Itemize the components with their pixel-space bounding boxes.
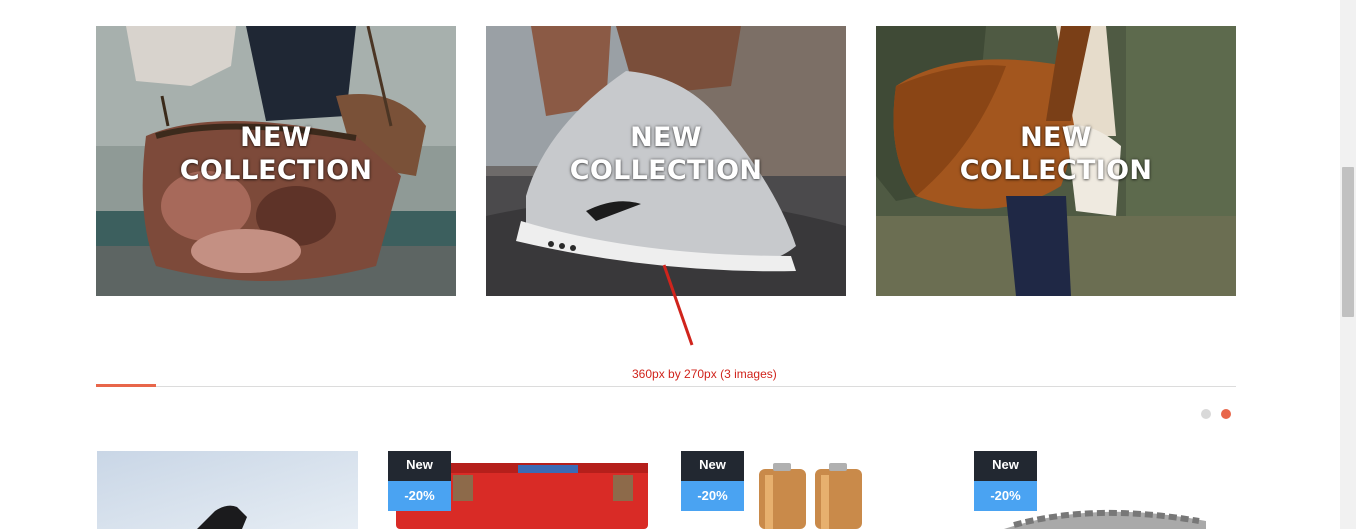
product-card[interactable]: New -20% (681, 451, 942, 529)
product-image (97, 451, 358, 529)
leather-bag-photo (876, 26, 1236, 296)
product-card[interactable]: New -20% (388, 451, 649, 529)
product-card[interactable]: New -20% (974, 451, 1235, 529)
new-badge: New (388, 451, 451, 481)
banner-handbag[interactable]: NEW COLLECTION (96, 26, 456, 296)
section-divider-accent (96, 384, 156, 387)
product-card[interactable] (97, 451, 358, 529)
handbag-photo (96, 26, 456, 296)
discount-badge: -20% (388, 481, 451, 511)
page-scrollbar[interactable] (1340, 0, 1356, 529)
discount-badge: -20% (974, 481, 1037, 511)
banner-leather-bag[interactable]: NEW COLLECTION (876, 26, 1236, 296)
scrollbar-thumb[interactable] (1342, 167, 1354, 317)
discount-badge: -20% (681, 481, 744, 511)
annotation-arrow (662, 264, 694, 346)
size-annotation: 360px by 270px (3 images) (632, 367, 777, 381)
section-divider (96, 386, 1236, 387)
new-badge: New (681, 451, 744, 481)
carousel-dot-1[interactable] (1201, 409, 1211, 419)
new-badge: New (974, 451, 1037, 481)
carousel-dot-2-active[interactable] (1221, 409, 1231, 419)
